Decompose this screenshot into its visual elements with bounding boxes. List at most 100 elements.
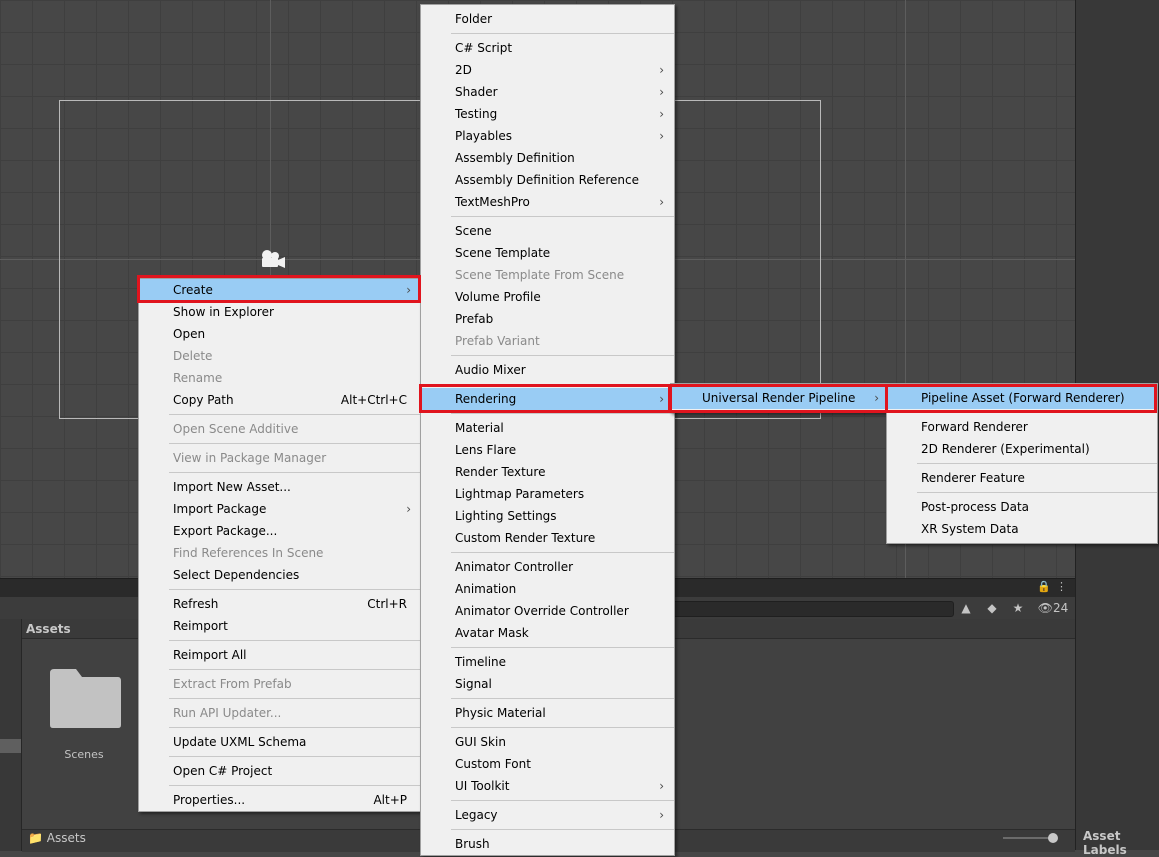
- menu-item-custom-font[interactable]: Custom Font: [421, 753, 674, 775]
- menu-item-label: Import Package: [173, 502, 267, 516]
- menu-item-reimport[interactable]: Reimport: [139, 615, 421, 637]
- camera-icon[interactable]: [258, 248, 286, 272]
- menu-item-scene[interactable]: Scene: [421, 220, 674, 242]
- menu-item-post-process-data[interactable]: Post-process Data: [887, 496, 1157, 518]
- menu-item-open-scene-additive: Open Scene Additive: [139, 418, 421, 440]
- menu-item-testing[interactable]: Testing ›: [421, 103, 674, 125]
- menu-item-universal-render-pipeline[interactable]: Universal Render Pipeline ›: [671, 387, 889, 409]
- menu-item-shader[interactable]: Shader ›: [421, 81, 674, 103]
- menu-item-open-c-project[interactable]: Open C# Project: [139, 760, 421, 782]
- menu-separator: [451, 727, 674, 728]
- menu-item-label: Volume Profile: [455, 290, 541, 304]
- menu-item-create[interactable]: Create ›: [139, 279, 421, 301]
- menu-item-run-api-updater: Run API Updater...: [139, 702, 421, 724]
- menu-item-reimport-all[interactable]: Reimport All: [139, 644, 421, 666]
- menu-item-properties[interactable]: Properties... Alt+P: [139, 789, 421, 811]
- menu-item-show-in-explorer[interactable]: Show in Explorer: [139, 301, 421, 323]
- menu-item-label: Scene Template: [455, 246, 551, 260]
- lock-icon[interactable]: 🔒: [1037, 580, 1051, 593]
- menu-item-forward-renderer[interactable]: Forward Renderer: [887, 416, 1157, 438]
- menu-item-label: Open C# Project: [173, 764, 273, 778]
- menu-item-lighting-settings[interactable]: Lighting Settings: [421, 505, 674, 527]
- selected-path-label: Assets: [46, 831, 86, 845]
- menu-separator: [451, 384, 674, 385]
- menu-item-open[interactable]: Open: [139, 323, 421, 345]
- menu-item-pipeline-asset-forward-renderer[interactable]: Pipeline Asset (Forward Renderer): [887, 387, 1157, 409]
- search-input[interactable]: [672, 601, 954, 617]
- menu-item-rendering[interactable]: Rendering ›: [421, 388, 674, 410]
- menu-item-prefab[interactable]: Prefab: [421, 308, 674, 330]
- menu-item-xr-system-data[interactable]: XR System Data: [887, 518, 1157, 540]
- menu-item-import-new-asset[interactable]: Import New Asset...: [139, 476, 421, 498]
- menu-item-label: Open: [173, 327, 206, 341]
- menu-item-select-dependencies[interactable]: Select Dependencies: [139, 564, 421, 586]
- menu-item-label: Prefab: [455, 312, 494, 326]
- menu-separator: [169, 414, 421, 415]
- menu-item-physic-material[interactable]: Physic Material: [421, 702, 674, 724]
- menu-item-label: XR System Data: [921, 522, 1019, 536]
- menu-item-renderer-feature[interactable]: Renderer Feature: [887, 467, 1157, 489]
- hidden-packages-toggle[interactable]: 👁24: [1035, 599, 1071, 617]
- menu-item-copy-path[interactable]: Copy Path Alt+Ctrl+C: [139, 389, 421, 411]
- menu-item-playables[interactable]: Playables ›: [421, 125, 674, 147]
- menu-item-render-texture[interactable]: Render Texture: [421, 461, 674, 483]
- menu-item-label: UI Toolkit: [455, 779, 510, 793]
- menu-item-refresh[interactable]: Refresh Ctrl+R: [139, 593, 421, 615]
- folder-tree-selected-item[interactable]: [0, 739, 21, 753]
- menu-item-material[interactable]: Material: [421, 417, 674, 439]
- hidden-count: 24: [1052, 601, 1069, 615]
- breadcrumb-assets[interactable]: Assets: [26, 622, 71, 636]
- menu-item-label: Shader: [455, 85, 498, 99]
- menu-item-gui-skin[interactable]: GUI Skin: [421, 731, 674, 753]
- menu-item-label: 2D Renderer (Experimental): [921, 442, 1090, 456]
- menu-item-label: Animation: [455, 582, 517, 596]
- menu-item-import-package[interactable]: Import Package ›: [139, 498, 421, 520]
- menu-item-lens-flare[interactable]: Lens Flare: [421, 439, 674, 461]
- folder-icon[interactable]: [48, 667, 122, 729]
- menu-item-animator-override-controller[interactable]: Animator Override Controller: [421, 600, 674, 622]
- filter-by-label-icon[interactable]: ◆: [983, 599, 1001, 617]
- asset-labels-heading[interactable]: Asset Labels: [1083, 829, 1159, 857]
- menu-item-lightmap-parameters[interactable]: Lightmap Parameters: [421, 483, 674, 505]
- folder-tree[interactable]: [0, 619, 22, 851]
- menu-item-assembly-definition-reference[interactable]: Assembly Definition Reference: [421, 169, 674, 191]
- menu-item-label: Assembly Definition: [455, 151, 575, 165]
- menu-item-signal[interactable]: Signal: [421, 673, 674, 695]
- menu-item-label: Update UXML Schema: [173, 735, 307, 749]
- menu-item-ui-toolkit[interactable]: UI Toolkit ›: [421, 775, 674, 797]
- menu-item-custom-render-texture[interactable]: Custom Render Texture: [421, 527, 674, 549]
- menu-item-brush[interactable]: Brush: [421, 833, 674, 855]
- icon-size-slider-handle[interactable]: [1048, 833, 1058, 843]
- menu-item-animation[interactable]: Animation: [421, 578, 674, 600]
- menu-item-update-uxml-schema[interactable]: Update UXML Schema: [139, 731, 421, 753]
- menu-item-folder[interactable]: Folder: [421, 8, 674, 30]
- menu-item-label: C# Script: [455, 41, 513, 55]
- filter-by-type-icon[interactable]: ▲: [957, 599, 975, 617]
- menu-item-scene-template[interactable]: Scene Template: [421, 242, 674, 264]
- menu-item-c-script[interactable]: C# Script: [421, 37, 674, 59]
- menu-item-label: Playables: [455, 129, 512, 143]
- menu-item-animator-controller[interactable]: Animator Controller: [421, 556, 674, 578]
- folder-small-icon: 📁: [28, 831, 43, 845]
- menu-item-assembly-definition[interactable]: Assembly Definition: [421, 147, 674, 169]
- menu-item-timeline[interactable]: Timeline: [421, 651, 674, 673]
- menu-item-audio-mixer[interactable]: Audio Mixer: [421, 359, 674, 381]
- menu-item-legacy[interactable]: Legacy ›: [421, 804, 674, 826]
- favorites-star-icon[interactable]: ★: [1009, 599, 1027, 617]
- menu-item-export-package[interactable]: Export Package...: [139, 520, 421, 542]
- menu-item-label: Delete: [173, 349, 213, 363]
- menu-item-2d-renderer-experimental[interactable]: 2D Renderer (Experimental): [887, 438, 1157, 460]
- chevron-right-icon: ›: [659, 808, 664, 822]
- folder-label[interactable]: Scenes: [48, 748, 120, 761]
- menu-item-textmeshpro[interactable]: TextMeshPro ›: [421, 191, 674, 213]
- menu-item-avatar-mask[interactable]: Avatar Mask: [421, 622, 674, 644]
- menu-item-volume-profile[interactable]: Volume Profile: [421, 286, 674, 308]
- chevron-right-icon: ›: [659, 63, 664, 77]
- menu-item-2d[interactable]: 2D ›: [421, 59, 674, 81]
- menu-separator: [169, 727, 421, 728]
- more-options-icon[interactable]: ⋮: [1056, 580, 1067, 593]
- menu-separator: [169, 640, 421, 641]
- menu-item-label: Refresh: [173, 597, 219, 611]
- menu-item-label: Signal: [455, 677, 492, 691]
- menu-shortcut: Alt+P: [373, 793, 407, 807]
